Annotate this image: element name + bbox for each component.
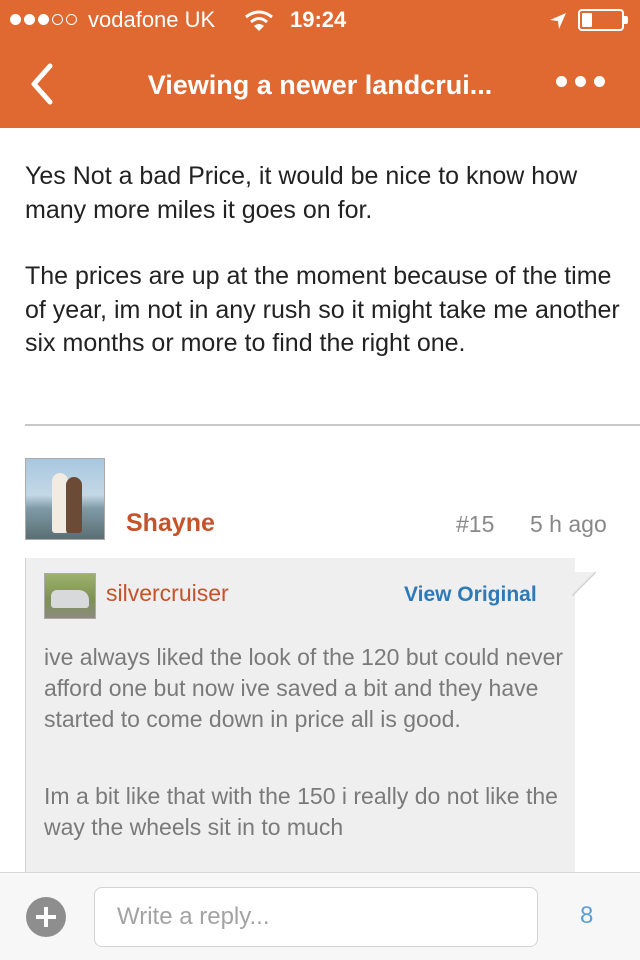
reply-bar: 8 — [0, 872, 640, 960]
post-timestamp: 5 h ago — [530, 511, 607, 537]
wifi-icon — [245, 10, 273, 31]
quote-text: ive always liked the look of the 120 but… — [44, 642, 564, 843]
post-body: Yes Not a bad Price, it would be nice to… — [25, 160, 625, 394]
status-time: 19:24 — [290, 7, 347, 32]
post-paragraph: The prices are up at the moment because … — [25, 262, 620, 357]
reply-count[interactable]: 8 — [580, 902, 593, 930]
signal-strength-icon — [10, 14, 77, 25]
reply-input[interactable] — [94, 887, 538, 947]
chevron-left-icon[interactable] — [22, 60, 66, 108]
battery-icon — [578, 9, 628, 31]
status-bar: vodafone UK 19:24 — [0, 0, 640, 40]
add-attachment-icon[interactable] — [26, 897, 66, 937]
view-original-link[interactable]: View Original — [404, 583, 537, 607]
quote-paragraph: Im a bit like that with the 150 i really… — [44, 783, 558, 840]
post-paragraph: Yes Not a bad Price, it would be nice to… — [25, 162, 578, 224]
quote-corner-icon — [572, 572, 596, 596]
top-bar: vodafone UK 19:24 Viewing a newer landcr… — [0, 0, 640, 128]
quote-author[interactable]: silvercruiser — [106, 580, 229, 607]
page-title: Viewing a newer landcrui... — [147, 70, 493, 100]
post-author[interactable]: Shayne — [126, 509, 215, 538]
post-number: #15 — [456, 511, 495, 537]
quote-avatar[interactable] — [44, 573, 96, 619]
quote-paragraph: ive always liked the look of the 120 but… — [44, 644, 564, 732]
nav-bar: Viewing a newer landcrui... — [0, 40, 640, 128]
location-arrow-icon — [550, 13, 566, 29]
more-horizontal-icon[interactable] — [556, 76, 605, 87]
carrier-name: vodafone UK — [88, 7, 216, 32]
post-divider — [25, 424, 640, 426]
avatar[interactable] — [25, 458, 105, 540]
